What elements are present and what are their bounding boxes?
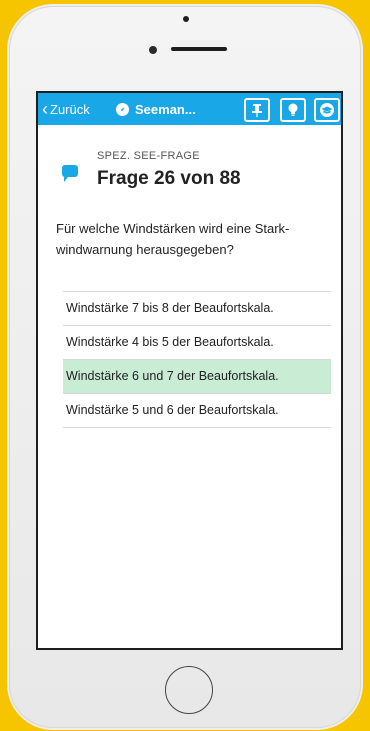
navigation-bar: ‹ Zurück Seeman... [38, 93, 341, 125]
answer-option[interactable]: Windstärke 4 bis 5 der Beaufortskala. [63, 326, 331, 360]
hint-button[interactable] [280, 98, 306, 122]
pin-button[interactable] [244, 98, 270, 122]
answer-list: Windstärke 7 bis 8 der Beaufortskala. Wi… [63, 291, 331, 428]
back-label: Zurück [50, 101, 90, 117]
sensor-dot [183, 16, 189, 22]
question-counter: Frage 26 von 88 [97, 168, 241, 189]
speech-bubble-icon [62, 165, 78, 182]
learn-mode-button[interactable] [314, 98, 340, 122]
graduation-cap-icon [320, 103, 334, 117]
back-button[interactable]: ‹ Zurück [42, 93, 90, 125]
compass-icon [116, 102, 129, 116]
app-title: Seeman... [116, 93, 196, 125]
pin-icon [252, 104, 262, 117]
app-screen: ‹ Zurück Seeman... SPEZ. SEE-FRAGE Frage… [36, 91, 343, 650]
home-button[interactable] [165, 666, 213, 714]
question-category: SPEZ. SEE-FRAGE [97, 150, 200, 162]
answer-option-correct[interactable]: Windstärke 6 und 7 der Beaufortskala. [63, 360, 331, 394]
earpiece-speaker [171, 47, 227, 51]
app-title-label: Seeman... [135, 101, 196, 117]
chevron-left-icon: ‹ [42, 99, 48, 119]
answer-option[interactable]: Windstärke 7 bis 8 der Beaufortskala. [63, 292, 331, 326]
question-text: Für welche Windstärken wird eine Stark-w… [56, 221, 290, 257]
answer-option[interactable]: Windstärke 5 und 6 der Beaufortskala. [63, 394, 331, 428]
front-camera [149, 46, 157, 54]
bulb-icon [288, 103, 298, 116]
